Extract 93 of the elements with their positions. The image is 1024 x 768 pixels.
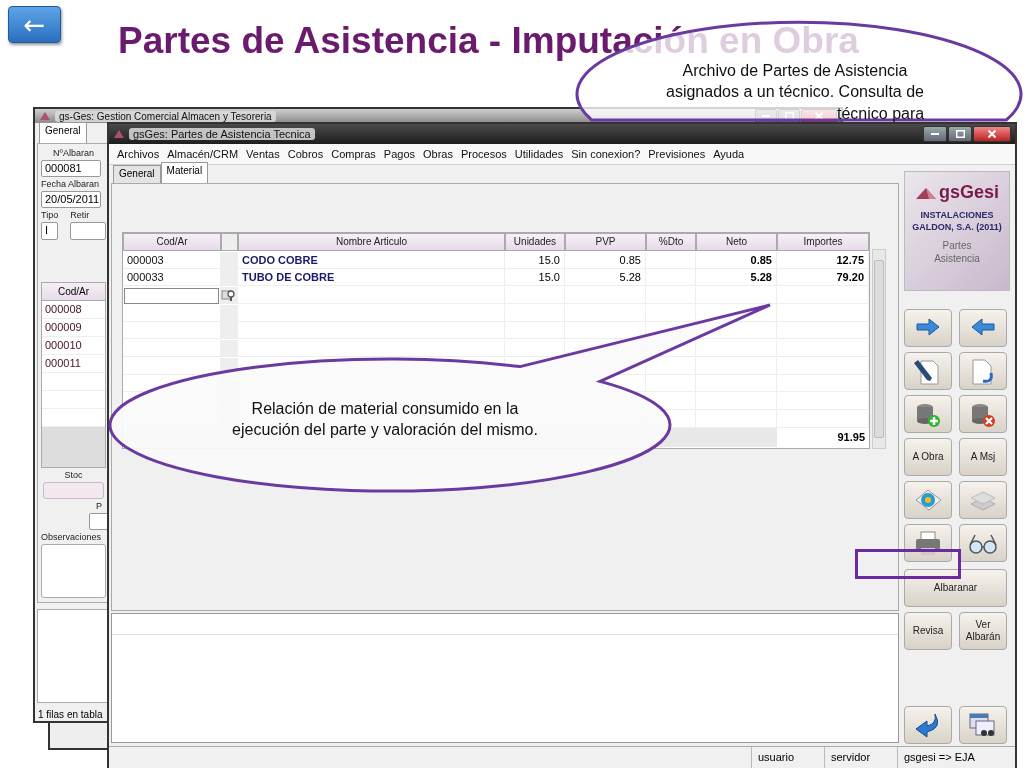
status-text: usuario [751,747,824,768]
field-label: Tipo [41,210,59,221]
maximize-icon [955,130,965,138]
company-name: INSTALACIONES GALDON, S.A. (2011) [911,209,1003,233]
table-cell: 5.28 [696,269,777,287]
field-label: Stoc [63,470,84,481]
toolbar-button[interactable] [904,352,952,390]
table-cell: 0.85 [565,251,646,269]
table-cell: 000011 [42,355,105,374]
app-icon [113,129,125,139]
callout-text: Relación de material consumido en la ejecución del parte y valoración del mismo. [231,399,539,440]
column-header: Cod/Ar [42,283,105,302]
tab[interactable]: General [39,122,87,143]
tab[interactable]: General [113,165,161,183]
toolbar-button[interactable] [959,524,1007,562]
table-cell: 15.0 [505,251,565,269]
text-area[interactable] [37,609,110,703]
close-button[interactable] [973,126,1011,142]
table-cell [646,251,696,269]
back-button[interactable]: ← [8,6,61,43]
scroll-thumb[interactable] [874,260,884,438]
status-text: 1 filas en tabla [37,708,104,722]
field-label: Retir [70,210,90,221]
toolbar-button[interactable]: Revisa [904,612,952,650]
printer-icon [913,529,943,557]
input-field[interactable]: 000081 [41,160,101,178]
search-icon [221,287,236,302]
table-cell: 15.0 [505,269,565,287]
column-header: Neto [696,233,777,251]
table-cell [646,304,696,322]
toolbar-button[interactable]: Ver Albarán [959,612,1007,650]
table-cell: TUBO DE COBRE [238,269,505,287]
menu-item[interactable]: Ventas [242,148,284,160]
field-label: Fecha Albaran [41,179,101,190]
tab[interactable]: Material [160,162,209,183]
menu-item[interactable]: Sin conexion? [567,148,645,160]
table-footer [42,427,105,468]
minimize-button[interactable] [923,126,947,142]
toolbar-button[interactable] [904,309,952,347]
input-field[interactable]: I [41,222,59,241]
toolbar-button[interactable] [959,706,1007,744]
menu-item[interactable]: Compras [327,148,380,160]
column-header: Cod/Ar [123,233,221,251]
column-header: Importes [777,233,869,251]
menu-item[interactable]: Previsiones [644,148,710,160]
menu-item[interactable]: Utilidades [510,148,568,160]
table-cell: 0.85 [696,251,777,269]
menu-item[interactable]: Cobros [283,148,328,160]
minimize-icon [931,133,939,135]
table-cell: 12.75 [777,251,869,269]
column-header: Nombre Articulo [238,233,505,251]
window-title: gs-Ges: Gestion Comercial Almacen y Tesoreria [55,110,276,122]
toolbar-button[interactable] [904,395,952,433]
menu-item[interactable]: Pagos [379,148,420,160]
scroll-bar[interactable] [872,249,886,449]
table-cell [221,251,238,269]
window-binoculars-icon [968,711,998,739]
toolbar-button[interactable]: A Msj [959,438,1007,476]
module-name: Partes Asistencia [933,239,981,265]
menu-item[interactable]: Procesos [457,148,511,160]
input-field[interactable] [70,222,106,241]
input-field[interactable] [43,482,104,500]
table-cell: 000008 [42,301,105,320]
table-cell: 5.28 [565,269,646,287]
input-field[interactable] [124,287,219,304]
callout-text: técnico para [837,105,925,122]
window-title: gsGes: Partes de Asistencia Tecnica [129,128,315,140]
input-field[interactable]: 20/05/2011 [41,191,101,209]
brand-name: gsGesi [939,182,999,203]
column-header: Unidades [505,233,565,251]
toolbar-button[interactable] [904,706,952,744]
table-cell: CODO COBRE [238,251,505,269]
toolbar-button[interactable] [904,524,952,562]
field-label: NºAlbaran [52,148,95,158]
menu-item[interactable]: Obras [419,148,457,160]
column-header: %Dto [646,233,696,251]
table-cell: 000010 [42,337,105,356]
close-icon [988,130,996,138]
maximize-button[interactable] [948,126,972,142]
toolbar-button[interactable]: A Obra [904,438,952,476]
toolbar-button[interactable]: Albaranar [904,569,1007,607]
toolbar-button[interactable] [959,395,1007,433]
field-label: P [96,501,102,512]
field-label: Observaciones [41,532,103,543]
table-cell: 79.20 [777,269,869,287]
status-text: gsgesi => EJA [897,747,1015,768]
status-text: servidor [824,747,897,768]
menu-item[interactable]: Ayuda [709,148,749,160]
column-header: PVP [565,233,646,251]
menu-item[interactable]: Almacén/CRM [163,148,243,160]
table-cell: 000009 [42,319,105,338]
menu-item[interactable]: Archivos [113,148,164,160]
toolbar-button[interactable] [959,309,1007,347]
